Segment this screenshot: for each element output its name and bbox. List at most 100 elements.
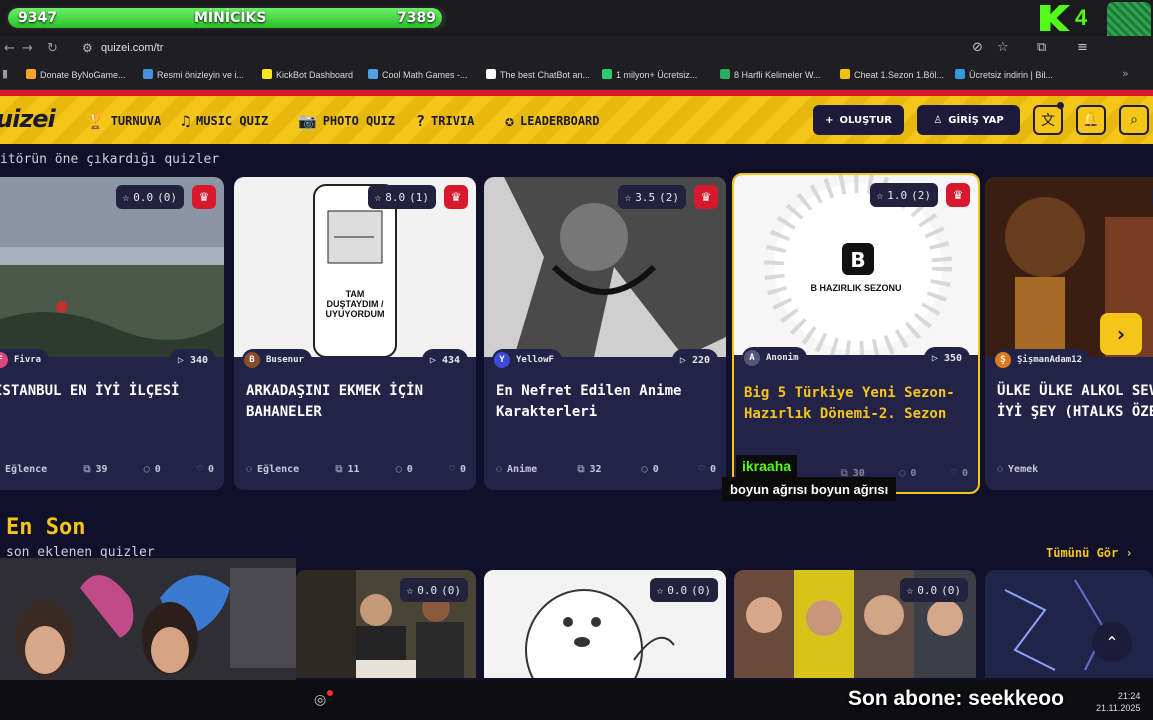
like-count[interactable]: ♡ 0 bbox=[197, 464, 214, 475]
quiz-title[interactable]: Big 5 Türkiye Yeni Sezon-Hazırlık Dönemi… bbox=[744, 383, 970, 425]
nav-label: PHOTO QUIZ bbox=[322, 114, 395, 128]
quiz-title[interactable]: ÜLKE ÜLKE ALKOL SEVENEN EN İYİ ŞEY (HTAL… bbox=[997, 381, 1153, 423]
language-button[interactable]: 文 bbox=[1033, 105, 1063, 135]
question-bubble-icon: ? bbox=[416, 112, 426, 130]
nav-photo-quiz[interactable]: 📷 PHOTO QUIZ bbox=[298, 112, 395, 130]
search-button[interactable]: ⌕ bbox=[1119, 105, 1149, 135]
play-count-value: 350 bbox=[943, 352, 962, 364]
bookmark-item[interactable]: The best ChatBot an... bbox=[486, 69, 590, 80]
screen: 9347 MİNİCİKS 7389 4 ← → ↻ ⚙ quizei.com/… bbox=[0, 0, 1153, 720]
card-stats: ⚇Eğlence⧉39◯0♡0 bbox=[0, 464, 214, 475]
author-name: ŞişmanAdam12 bbox=[1017, 355, 1083, 365]
latest-card-1[interactable]: ☆ 0.0 (0) bbox=[296, 570, 476, 678]
crown-icon: ♛ bbox=[444, 185, 468, 209]
back-icon[interactable]: ← bbox=[4, 41, 15, 56]
login-button[interactable]: ♙ GİRİŞ YAP bbox=[917, 105, 1020, 135]
nav-label: TRIVIA bbox=[431, 114, 475, 128]
scroll-to-top-button[interactable]: ⌃ bbox=[1092, 622, 1132, 662]
bookmark-item[interactable]: KickBot Dashboard bbox=[262, 69, 353, 80]
quiz-title[interactable]: En Nefret Edilen Anime Karakterleri bbox=[496, 381, 718, 423]
reload-icon[interactable]: ↻ bbox=[47, 41, 58, 56]
author-chip[interactable]: B Busenur bbox=[242, 349, 312, 371]
apps-icon[interactable]: ▮ bbox=[2, 67, 8, 80]
nav-label: LEADERBOARD bbox=[520, 114, 600, 128]
author-chip[interactable]: Y YellowF bbox=[492, 349, 562, 371]
author-chip[interactable]: Ş ŞişmanAdam12 bbox=[993, 349, 1091, 371]
question-count: ⧉ 39 bbox=[83, 464, 107, 475]
featured-quiz-card[interactable]: ☆0.0(0) ♛ F Fivra ▷ 340 İSTANBUL EN İYİ İLÇESİ… bbox=[0, 177, 224, 490]
url-field[interactable]: quizei.com/tr bbox=[101, 42, 163, 54]
like-count[interactable]: ♡ 0 bbox=[951, 468, 968, 479]
latest-card-2[interactable]: ☆ 0.0 (0) bbox=[484, 570, 726, 678]
category-icon: ⚇ bbox=[496, 464, 503, 475]
site-info-icon[interactable]: ⚙ bbox=[82, 41, 93, 55]
category-tag[interactable]: ⚇Eğlence bbox=[0, 464, 47, 475]
chevron-up-icon: ⌃ bbox=[1105, 632, 1119, 652]
latest-card-4[interactable] bbox=[985, 570, 1153, 678]
star-icon: ☆ bbox=[624, 190, 632, 204]
author-chip[interactable]: A Anonim bbox=[742, 347, 807, 369]
play-icon: ▷ bbox=[679, 354, 686, 366]
see-all-link[interactable]: Tümünü Gör › bbox=[1046, 546, 1133, 560]
featured-quiz-card[interactable]: ☆ 3.5 (2) ♛ Y YellowF ▷ 220 En Nefret Edilen Ani… bbox=[484, 177, 726, 490]
play-icon: ▷ bbox=[931, 352, 938, 364]
heart-icon: ♡ bbox=[196, 464, 203, 475]
like-count[interactable]: ♡ 0 bbox=[699, 464, 716, 475]
bookmark-label: 1 milyon+ Ücretsiz... bbox=[616, 70, 698, 80]
questions-icon: ⧉ bbox=[577, 464, 585, 475]
category-tag[interactable]: ⚇ Anime bbox=[496, 464, 537, 475]
bookmark-item[interactable]: 8 Harfli Kelimeler W... bbox=[720, 69, 821, 80]
play-count: ▷ 340 bbox=[169, 349, 216, 371]
nav-music-quiz[interactable]: ♫ MUSIC QUIZ bbox=[181, 112, 268, 130]
bookmark-label: 8 Harfli Kelimeler W... bbox=[734, 70, 821, 80]
quiz-rating: ☆ 1.0 (2) bbox=[869, 183, 938, 207]
like-count[interactable]: ♡ 0 bbox=[449, 464, 466, 475]
quiz-title[interactable]: ARKADAŞINI EKMEK İÇİN BAHANELER bbox=[246, 381, 468, 423]
category-tag[interactable]: ⚇Eğlence bbox=[246, 464, 299, 475]
bookmark-item[interactable]: Resmi önizleyin ve i... bbox=[143, 69, 244, 80]
bookmark-label: The best ChatBot an... bbox=[500, 70, 591, 80]
kick-count: 4 bbox=[1075, 5, 1088, 30]
carousel-next-button[interactable]: › bbox=[1100, 313, 1142, 355]
category-tag[interactable]: ⚇ Yemek bbox=[997, 464, 1038, 475]
bookmark-item[interactable]: Cool Math Games -... bbox=[368, 69, 468, 80]
bookmark-item[interactable]: Ücretsiz indirin | Bil... bbox=[955, 69, 1053, 80]
nav-turnuva[interactable]: 🏆 TURNUVA bbox=[86, 112, 161, 130]
media-icon[interactable]: ≡ bbox=[1077, 40, 1088, 55]
site-logo[interactable]: uizei bbox=[0, 105, 56, 133]
forward-icon[interactable]: → bbox=[22, 41, 33, 56]
star-icon: ☆ bbox=[656, 583, 664, 597]
nav-trivia[interactable]: ? TRIVIA bbox=[416, 112, 474, 130]
bookmark-star-icon[interactable]: ☆ bbox=[997, 40, 1009, 55]
play-count: ▷ 434 bbox=[421, 349, 468, 371]
more-bookmarks-icon[interactable]: » bbox=[1122, 67, 1129, 80]
play-count-value: 340 bbox=[189, 354, 208, 366]
bookmark-item[interactable]: 1 milyon+ Ücretsiz... bbox=[602, 69, 697, 80]
featured-subtitle: itörün öne çıkardığı quizler bbox=[0, 152, 220, 167]
create-button[interactable]: + OLUŞTUR bbox=[813, 105, 904, 135]
featured-quiz-card[interactable]: B B HAZIRLIK SEZONU ☆ 1.0 (2) ♛ A Anonim ▷ 350 Big… bbox=[732, 173, 980, 494]
bookmark-item[interactable]: Donate ByNoGame... bbox=[26, 69, 126, 80]
like-count-value: 0 bbox=[961, 468, 968, 479]
nav-leaderboard[interactable]: ✪ LEADERBOARD bbox=[505, 112, 600, 130]
notifications-button[interactable]: 🔔 bbox=[1076, 105, 1106, 135]
rating-value: 0.0 bbox=[917, 583, 938, 597]
comment-count: ◯ 0 bbox=[642, 464, 659, 475]
taskbar-app-icon[interactable]: ◎ bbox=[314, 692, 326, 708]
bookmark-item[interactable]: Cheat 1.Sezon 1.Böl... bbox=[840, 69, 944, 80]
bookmark-label: Resmi önizleyin ve i... bbox=[157, 70, 245, 80]
eye-off-icon[interactable]: ⊘ bbox=[972, 40, 983, 55]
latest-card-3[interactable]: ☆ 0.0 (0) bbox=[734, 570, 976, 678]
category-label: Eğlence bbox=[5, 464, 48, 475]
star-icon: ☆ bbox=[906, 583, 914, 597]
system-clock: 21:24 21.11.2025 bbox=[1096, 690, 1140, 714]
featured-quiz-card[interactable]: TAM DUŞTAYDIM / UYUYORDUM ☆ 8.0 (1) ♛ B Busenu… bbox=[234, 177, 476, 490]
chat-message: boyun ağrısı boyun ağrısı bbox=[722, 477, 897, 501]
author-chip[interactable]: F Fivra bbox=[0, 349, 50, 371]
extensions-icon[interactable]: ⧉ bbox=[1037, 40, 1046, 55]
play-count-value: 220 bbox=[691, 354, 710, 366]
avatar: Ş bbox=[995, 352, 1011, 368]
user-icon: ♙ bbox=[933, 114, 943, 126]
category-label: Eğlence bbox=[257, 464, 300, 475]
quiz-title[interactable]: İSTANBUL EN İYİ İLÇESİ bbox=[0, 381, 216, 402]
